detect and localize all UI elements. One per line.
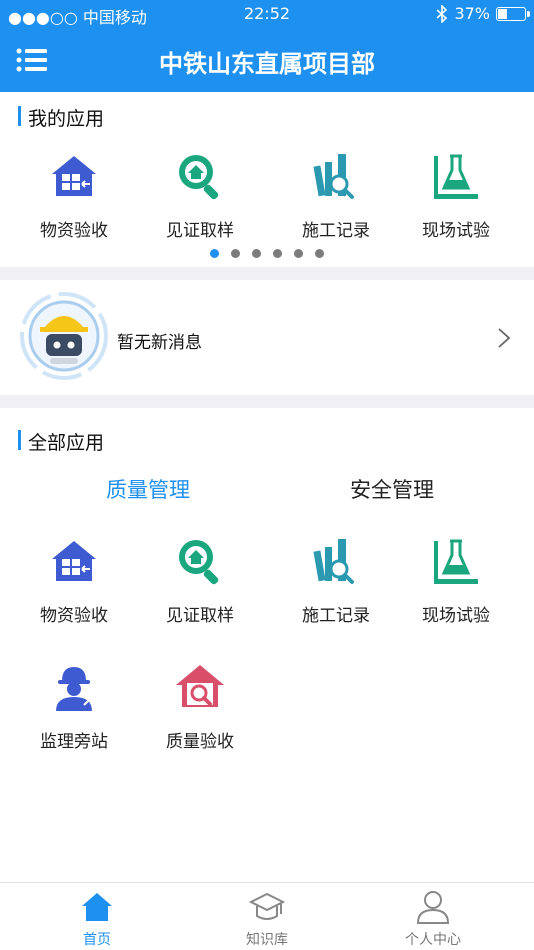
- robot-icon: [20, 292, 108, 380]
- app-quality-acceptance[interactable]: 质量验收: [140, 661, 260, 752]
- all-apps-header: 全部应用: [0, 420, 534, 460]
- flask-icon: [434, 154, 478, 199]
- tab-label: 个人中心: [405, 932, 461, 948]
- my-app-warehouse[interactable]: 物资验收: [14, 150, 134, 241]
- app-label: 见证取样: [166, 221, 234, 241]
- tab-quality[interactable]: 质量管理: [106, 474, 190, 504]
- app-supervision[interactable]: 监理旁站: [14, 661, 134, 752]
- app-label: 现场试验: [422, 221, 490, 241]
- page-dot[interactable]: [252, 249, 261, 258]
- section-marker: [18, 430, 21, 450]
- page-indicator[interactable]: [0, 249, 534, 258]
- status-right: 37%: [436, 4, 530, 23]
- battery-icon: [496, 6, 530, 21]
- books-search-icon: [313, 154, 354, 199]
- my-app-sampling[interactable]: 见证取样: [140, 150, 260, 241]
- app-warehouse[interactable]: 物资验收: [14, 535, 134, 626]
- warehouse-icon: [52, 156, 96, 196]
- person-icon: [416, 891, 450, 924]
- bottom-tab-bar: 首页 知识库 个人中心: [0, 882, 534, 950]
- app-label: 现场试验: [422, 606, 490, 626]
- magnifier-house-icon: [179, 540, 219, 585]
- warehouse-icon: [52, 541, 96, 581]
- app-label: 物资验收: [40, 606, 108, 626]
- magnifier-house-icon: [179, 155, 219, 200]
- message-banner[interactable]: 暂无新消息: [0, 280, 534, 395]
- category-tabs: 质量管理 安全管理: [0, 474, 534, 510]
- tab-safety[interactable]: 安全管理: [350, 474, 434, 504]
- section-divider: [0, 395, 534, 408]
- page-title: 中铁山东直属项目部: [159, 50, 375, 78]
- chevron-right-icon: [498, 328, 511, 348]
- page-dot[interactable]: [273, 249, 282, 258]
- flask-icon: [434, 539, 478, 584]
- home-icon: [82, 893, 112, 921]
- my-app-test[interactable]: 现场试验: [396, 150, 516, 241]
- my-apps-title: 我的应用: [28, 108, 105, 130]
- tab-label: 首页: [83, 932, 111, 948]
- app-label: 施工记录: [302, 221, 370, 241]
- house-search-icon: [176, 665, 224, 707]
- app-label: 物资验收: [40, 221, 108, 241]
- tab-profile[interactable]: 个人中心: [373, 889, 493, 949]
- my-apps-header: 我的应用: [0, 96, 534, 136]
- page-dot[interactable]: [315, 249, 324, 258]
- page-dot[interactable]: [231, 249, 240, 258]
- app-label: 质量验收: [166, 732, 234, 752]
- app-label: 见证取样: [166, 606, 234, 626]
- battery-percent: 37%: [454, 4, 490, 23]
- bluetooth-icon: [436, 4, 448, 23]
- section-marker: [18, 106, 21, 126]
- tab-label: 知识库: [246, 932, 288, 948]
- status-bar: ●●●○○ 中国移动 22:52 37%: [0, 0, 534, 28]
- tab-home[interactable]: 首页: [37, 889, 157, 949]
- app-label: 监理旁站: [40, 732, 108, 752]
- my-app-records[interactable]: 施工记录: [276, 150, 396, 241]
- all-apps-title: 全部应用: [28, 432, 105, 454]
- app-test[interactable]: 现场试验: [396, 535, 516, 626]
- page-dot[interactable]: [210, 249, 219, 258]
- navigation-bar: 中铁山东直属项目部: [0, 28, 534, 92]
- page-dot[interactable]: [294, 249, 303, 258]
- app-records[interactable]: 施工记录: [276, 535, 396, 626]
- books-search-icon: [313, 539, 354, 584]
- app-label: 施工记录: [302, 606, 370, 626]
- section-divider: [0, 267, 534, 280]
- app-sampling[interactable]: 见证取样: [140, 535, 260, 626]
- tab-knowledge[interactable]: 知识库: [207, 889, 327, 949]
- graduation-cap-icon: [249, 892, 285, 920]
- message-text: 暂无新消息: [117, 333, 202, 353]
- worker-icon: [56, 667, 93, 711]
